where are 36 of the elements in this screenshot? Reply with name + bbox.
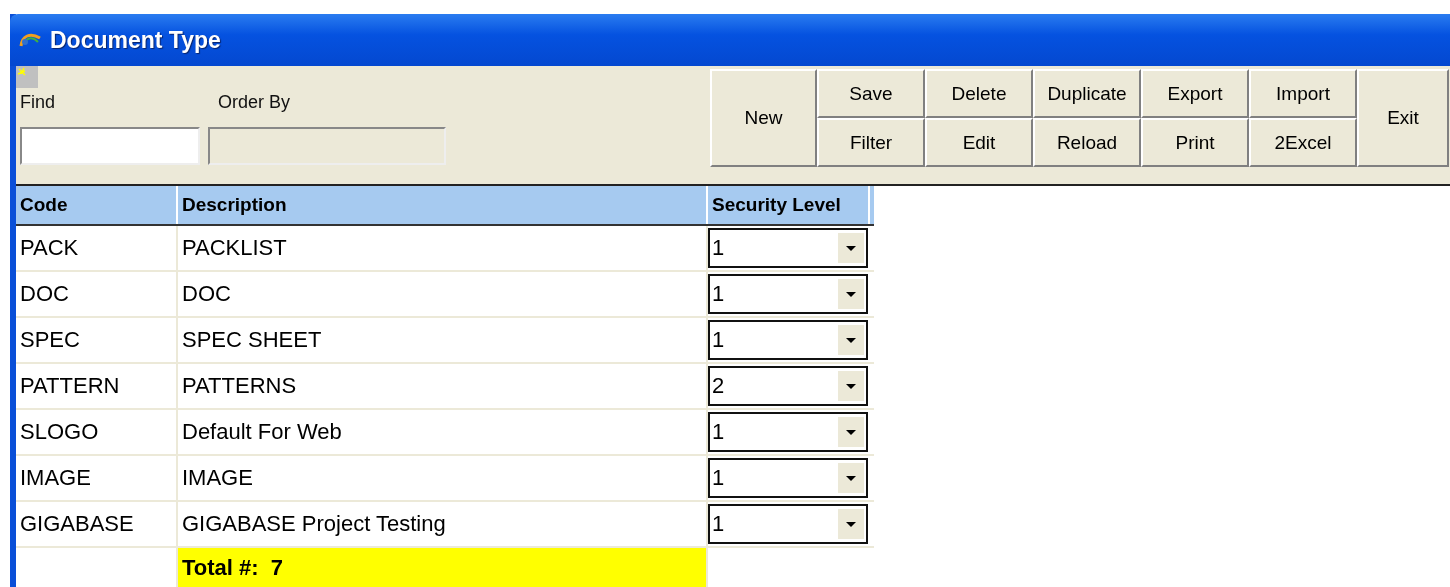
sparkle-icon [16,66,38,88]
table-cell: GIGABASE [16,502,178,546]
security-level-dropdown[interactable]: 1 [708,458,868,498]
security-level-dropdown[interactable]: 1 [708,228,868,268]
table-cell: PATTERN [16,364,178,408]
toolbar-button[interactable]: Reload [1033,118,1141,167]
security-level-dropdown[interactable]: 1 [708,412,868,452]
toolbar-button[interactable]: Save [817,69,925,118]
toolbar-button[interactable]: Duplicate [1033,69,1141,118]
table-cell: DOC [16,272,178,316]
find-field[interactable] [20,127,200,165]
order-by-label: Order By [218,92,291,113]
new-button[interactable]: New [710,69,817,167]
toolbar-button[interactable]: Print [1141,118,1249,167]
order-by-field[interactable] [208,127,446,165]
exit-button[interactable]: Exit [1357,69,1449,167]
table-cell: SPEC [16,318,178,362]
total-count: Total #: 7 [178,548,708,587]
toolbar-button[interactable]: Export [1141,69,1249,118]
column-header: Description [178,186,708,224]
toolbar-button[interactable]: Delete [925,69,1033,118]
toolbar-button[interactable]: 2Excel [1249,118,1357,167]
table-cell: IMAGE [16,456,178,500]
column-header: Security Level [708,186,870,224]
find-label: Find [20,92,56,113]
window-title: Document Type [50,26,221,54]
security-level-dropdown[interactable]: 2 [708,366,868,406]
table-cell: SLOGO [16,410,178,454]
table-cell: PACK [16,226,178,270]
security-level-dropdown[interactable]: 1 [708,274,868,314]
column-header: Code [16,186,178,224]
toolbar-button[interactable]: Filter [817,118,925,167]
security-level-dropdown[interactable]: 1 [708,504,868,544]
toolbar-button[interactable]: Edit [925,118,1033,167]
security-level-dropdown[interactable]: 1 [708,320,868,360]
toolbar-button[interactable]: Import [1249,69,1357,118]
